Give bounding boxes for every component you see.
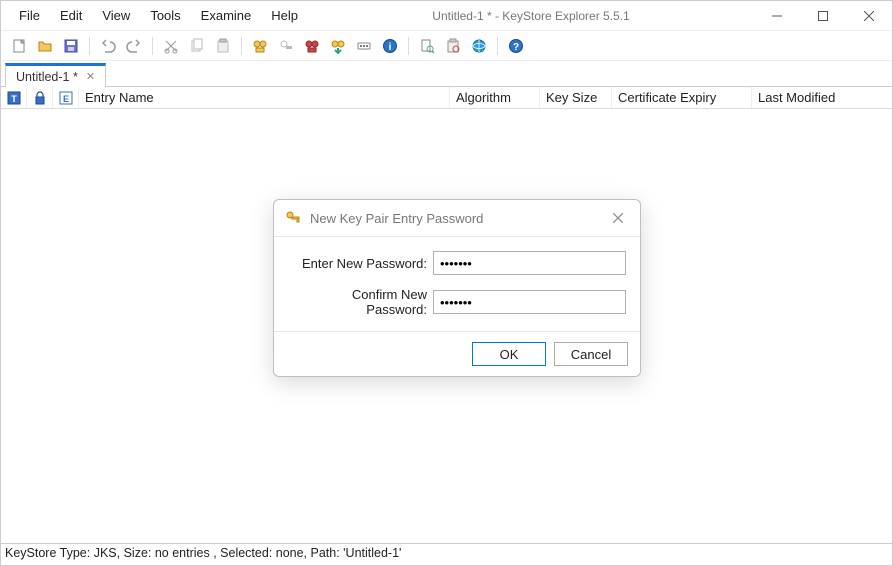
dialog-title-bar[interactable]: New Key Pair Entry Password	[274, 200, 640, 236]
confirm-password-input[interactable]	[433, 290, 626, 314]
ok-button[interactable]: OK	[472, 342, 546, 366]
column-lock[interactable]	[27, 87, 53, 108]
column-entry-name[interactable]: Entry Name	[79, 87, 450, 108]
dialog-body: Enter New Password: Confirm New Password…	[274, 236, 640, 332]
open-icon[interactable]	[33, 34, 57, 58]
tab-label: Untitled-1 *	[16, 70, 78, 84]
cut-icon[interactable]	[159, 34, 183, 58]
examine-file-icon[interactable]	[415, 34, 439, 58]
generate-secret-key-icon[interactable]	[274, 34, 298, 58]
dialog-close-button[interactable]	[606, 206, 630, 230]
generate-keypair-icon[interactable]	[248, 34, 272, 58]
tab-row: Untitled-1 * ✕	[1, 61, 892, 87]
menu-help[interactable]: Help	[261, 4, 308, 27]
undo-icon[interactable]	[96, 34, 120, 58]
enter-password-input[interactable]	[433, 251, 626, 275]
examine-ssl-icon[interactable]	[467, 34, 491, 58]
menu-bar: File Edit View Tools Examine Help	[1, 1, 308, 31]
window-controls	[754, 1, 892, 30]
enter-password-label: Enter New Password:	[288, 256, 433, 271]
import-cert-icon[interactable]	[326, 34, 350, 58]
column-cert-expiry[interactable]: Certificate Expiry	[612, 87, 752, 108]
dialog-title: New Key Pair Entry Password	[310, 211, 606, 226]
maximize-button[interactable]	[800, 1, 846, 30]
type-icon: T	[6, 90, 22, 106]
minimize-button[interactable]	[754, 1, 800, 30]
tab-close-icon[interactable]: ✕	[86, 70, 95, 83]
close-button[interactable]	[846, 1, 892, 30]
new-icon[interactable]	[7, 34, 31, 58]
column-key-size[interactable]: Key Size	[540, 87, 612, 108]
cancel-button[interactable]: Cancel	[554, 342, 628, 366]
examine-clipboard-icon[interactable]	[441, 34, 465, 58]
separator	[152, 37, 153, 55]
separator	[497, 37, 498, 55]
redo-icon[interactable]	[122, 34, 146, 58]
status-bar: KeyStore Type: JKS, Size: no entries , S…	[1, 543, 892, 565]
column-algorithm[interactable]: Algorithm	[450, 87, 540, 108]
menu-edit[interactable]: Edit	[50, 4, 92, 27]
properties-icon[interactable]: i	[378, 34, 402, 58]
password-dialog: New Key Pair Entry Password Enter New Pa…	[273, 199, 641, 377]
menu-file[interactable]: File	[9, 4, 50, 27]
column-type[interactable]: T	[1, 87, 27, 108]
menu-tools[interactable]: Tools	[140, 4, 190, 27]
separator	[241, 37, 242, 55]
table-header: T E Entry Name Algorithm Key Size Certif…	[1, 87, 892, 109]
import-keypair-icon[interactable]	[300, 34, 324, 58]
toolbar: i ?	[1, 31, 892, 61]
menu-view[interactable]: View	[92, 4, 140, 27]
svg-text:?: ?	[513, 42, 519, 53]
column-expiry-status[interactable]: E	[53, 87, 79, 108]
save-icon[interactable]	[59, 34, 83, 58]
confirm-password-label: Confirm New Password:	[288, 287, 433, 317]
title-bar: File Edit View Tools Examine Help Untitl…	[1, 1, 892, 31]
svg-text:i: i	[389, 42, 392, 53]
separator	[89, 37, 90, 55]
dialog-buttons: OK Cancel	[274, 332, 640, 376]
set-password-icon[interactable]	[352, 34, 376, 58]
svg-text:E: E	[62, 94, 68, 104]
paste-icon[interactable]	[211, 34, 235, 58]
svg-text:T: T	[11, 94, 17, 104]
help-icon[interactable]: ?	[504, 34, 528, 58]
tab-untitled[interactable]: Untitled-1 * ✕	[5, 63, 106, 87]
keys-icon	[284, 209, 302, 227]
window-title: Untitled-1 * - KeyStore Explorer 5.5.1	[308, 9, 754, 23]
copy-icon[interactable]	[185, 34, 209, 58]
menu-examine[interactable]: Examine	[191, 4, 262, 27]
lock-icon	[32, 90, 48, 106]
column-last-modified[interactable]: Last Modified	[752, 87, 892, 108]
expiry-icon: E	[58, 90, 74, 106]
separator	[408, 37, 409, 55]
